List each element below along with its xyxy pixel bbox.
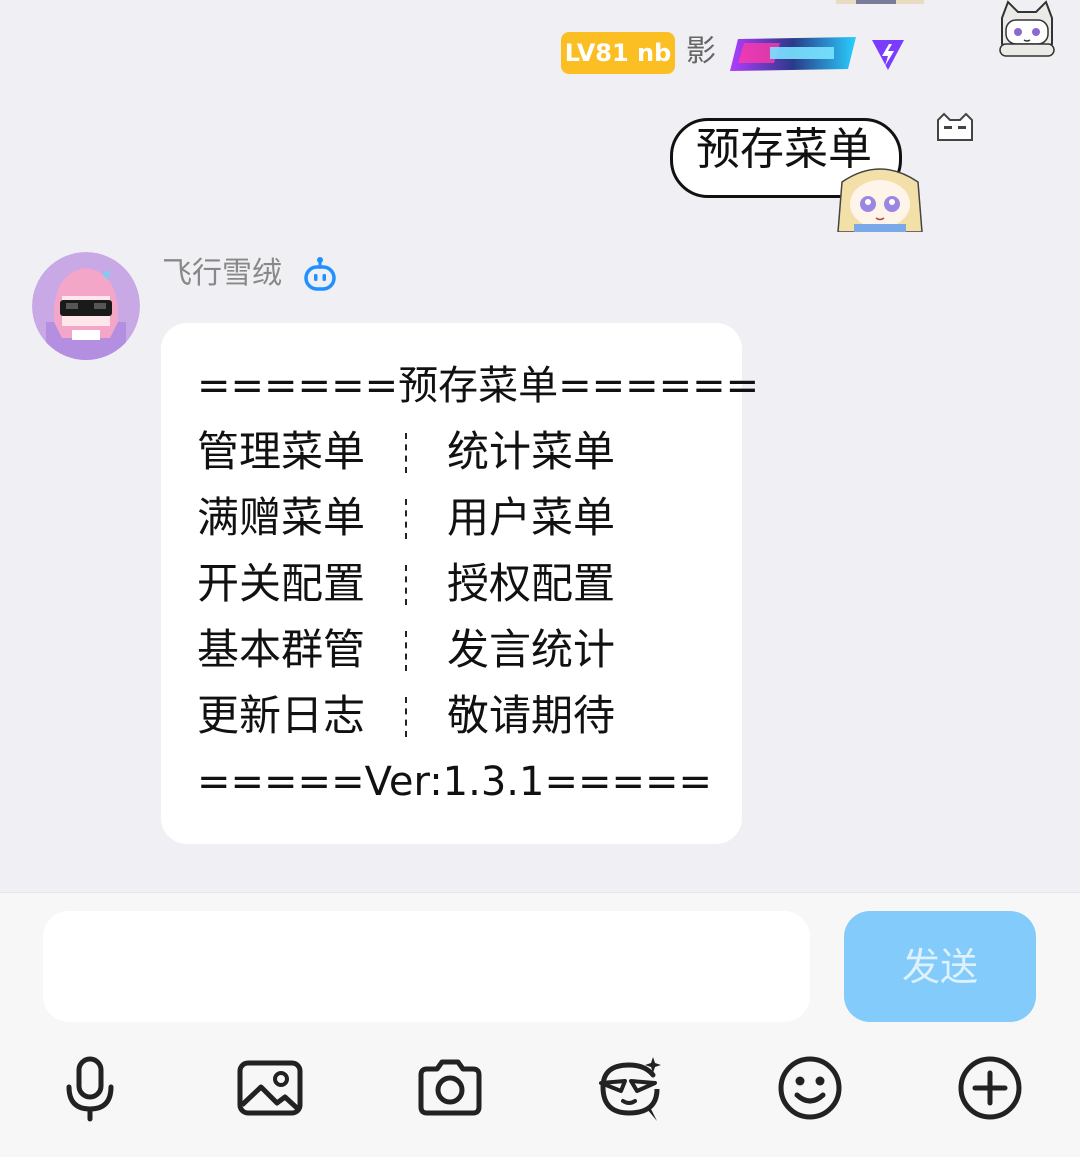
menu-item: 发言统计 (447, 625, 616, 674)
menu-row: 满赠菜单 用户菜单 (197, 485, 759, 551)
robot-icon (304, 257, 336, 291)
version-footer-line: =====Ver:1.3.1===== (197, 759, 713, 805)
partial-sticker (836, 0, 924, 4)
menu-separator (405, 499, 407, 539)
menu-separator (405, 631, 407, 671)
camera-icon[interactable] (415, 1053, 485, 1123)
menu-item: 基本群管 (197, 625, 366, 674)
menu-item: 管理菜单 (197, 427, 366, 476)
honor-title-badge (730, 37, 856, 71)
menu-separator (405, 433, 407, 473)
menu-item: 更新日志 (197, 691, 366, 740)
menu-item: 用户菜单 (447, 493, 616, 542)
sender-name[interactable]: 影 (686, 30, 716, 74)
menu-row: 管理菜单 统计菜单 (197, 419, 759, 485)
message-input[interactable] (43, 911, 810, 1022)
microphone-icon[interactable] (55, 1053, 125, 1123)
ai-face-icon[interactable] (595, 1053, 665, 1123)
bot-avatar[interactable] (32, 252, 140, 360)
menu-separator (405, 697, 407, 737)
vip-lightning-icon (872, 40, 904, 70)
menu-item: 授权配置 (447, 559, 616, 608)
bot-sender-name[interactable]: 飞行雪绒 (162, 254, 282, 294)
menu-header-line: ======预存菜单====== (197, 363, 760, 409)
plus-icon[interactable] (955, 1053, 1025, 1123)
sticker-message[interactable]: 预存菜单 (668, 110, 928, 232)
chat-history[interactable]: LV81 nb 影 预存菜单 飞行雪绒 ======预存菜单====== 管理菜… (0, 0, 1080, 892)
menu-row: 开关配置 授权配置 (197, 551, 759, 617)
emoji-icon[interactable] (775, 1053, 845, 1123)
menu-row: 更新日志 敬请期待 (197, 683, 759, 749)
menu-item: 满赠菜单 (197, 493, 366, 542)
send-button[interactable]: 发送 (844, 911, 1036, 1022)
menu-item: 统计菜单 (447, 427, 616, 476)
self-avatar[interactable] (994, 0, 1060, 60)
level-badge: LV81 nb (561, 32, 675, 74)
menu-item: 开关配置 (197, 559, 366, 608)
image-icon[interactable] (235, 1053, 305, 1123)
sticker-character (837, 168, 923, 232)
cat-icon (937, 112, 973, 141)
input-panel: 发送 (0, 892, 1080, 1157)
menu-separator (405, 565, 407, 605)
bot-message-bubble[interactable]: ======预存菜单====== 管理菜单 统计菜单 满赠菜单 用户菜单 开关配… (161, 323, 759, 844)
menu-item: 敬请期待 (447, 691, 616, 740)
menu-row: 基本群管 发言统计 (197, 617, 759, 683)
